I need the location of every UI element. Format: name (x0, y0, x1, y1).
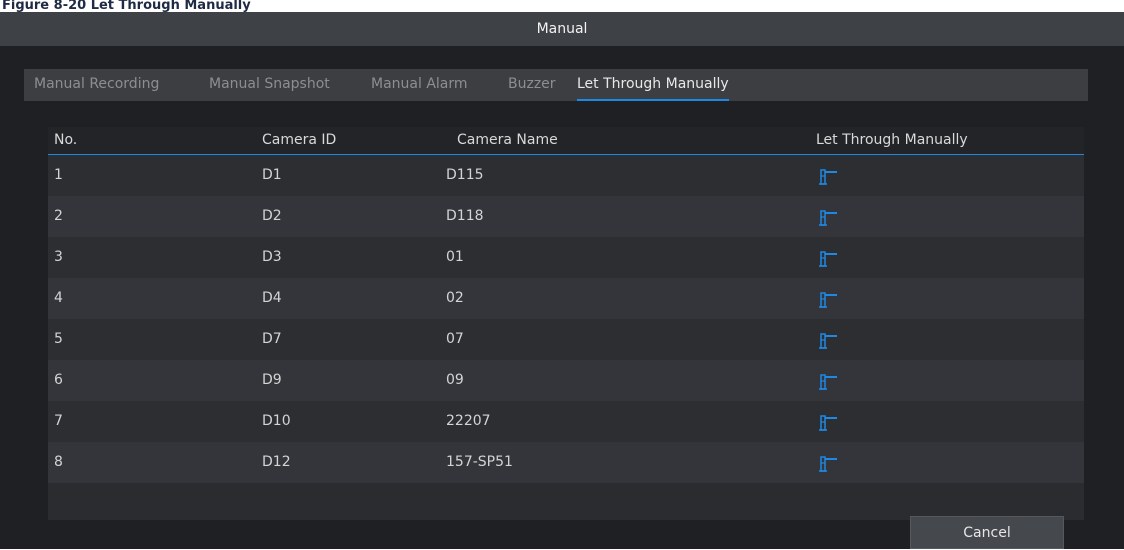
barrier-gate-icon[interactable] (819, 372, 837, 390)
tab-bar: Manual Recording Manual Snapshot Manual … (24, 69, 1088, 101)
cell-camera-id: D9 (262, 372, 282, 388)
header-no: No. (54, 132, 78, 148)
table-row[interactable]: 4 D4 02 (48, 278, 1084, 319)
header-let-through-manually: Let Through Manually (816, 132, 968, 148)
cancel-button[interactable]: Cancel (910, 516, 1064, 549)
table-row[interactable]: 5 D7 07 (48, 319, 1084, 360)
cell-no: 8 (54, 454, 63, 470)
tab-manual-recording[interactable]: Manual Recording (34, 69, 159, 99)
tab-manual-alarm[interactable]: Manual Alarm (371, 69, 468, 99)
cell-no: 2 (54, 208, 63, 224)
cell-no: 4 (54, 290, 63, 306)
cell-no: 7 (54, 413, 63, 429)
tab-manual-snapshot[interactable]: Manual Snapshot (209, 69, 330, 99)
manual-dialog: Manual Manual Recording Manual Snapshot … (0, 12, 1124, 549)
cell-camera-id: D2 (262, 208, 282, 224)
cell-no: 1 (54, 167, 63, 183)
cell-camera-id: D10 (262, 413, 291, 429)
barrier-gate-icon[interactable] (819, 331, 837, 349)
cell-camera-id: D1 (262, 167, 282, 183)
table-row[interactable]: 7 D10 22207 (48, 401, 1084, 442)
cell-camera-id: D12 (262, 454, 291, 470)
table-row[interactable]: 2 D2 D118 (48, 196, 1084, 237)
cell-camera-id: D4 (262, 290, 282, 306)
cell-camera-id: D7 (262, 331, 282, 347)
barrier-gate-icon[interactable] (819, 167, 837, 185)
barrier-gate-icon[interactable] (819, 290, 837, 308)
cell-no: 6 (54, 372, 63, 388)
cell-camera-name: 01 (446, 249, 464, 265)
table-row[interactable]: 8 D12 157-SP51 (48, 442, 1084, 483)
barrier-gate-icon[interactable] (819, 454, 837, 472)
cell-camera-name: 09 (446, 372, 464, 388)
table-row[interactable]: 6 D9 09 (48, 360, 1084, 401)
cell-camera-name: 157-SP51 (446, 454, 513, 470)
cell-camera-name: D115 (446, 167, 484, 183)
cell-no: 5 (54, 331, 63, 347)
cell-camera-id: D3 (262, 249, 282, 265)
camera-table: No. Camera ID Camera Name Let Through Ma… (48, 127, 1084, 520)
tab-buzzer[interactable]: Buzzer (508, 69, 556, 99)
header-camera-name: Camera Name (457, 132, 558, 148)
cell-camera-name: D118 (446, 208, 484, 224)
table-header: No. Camera ID Camera Name Let Through Ma… (48, 127, 1084, 155)
cell-camera-name: 22207 (446, 413, 491, 429)
barrier-gate-icon[interactable] (819, 413, 837, 431)
table-row[interactable]: 1 D1 D115 (48, 155, 1084, 197)
tab-let-through-manually[interactable]: Let Through Manually (577, 69, 729, 101)
cell-camera-name: 02 (446, 290, 464, 306)
header-camera-id: Camera ID (262, 132, 337, 148)
table-row[interactable]: 3 D3 01 (48, 237, 1084, 278)
dialog-title: Manual (0, 12, 1124, 46)
barrier-gate-icon[interactable] (819, 249, 837, 267)
cell-no: 3 (54, 249, 63, 265)
barrier-gate-icon[interactable] (819, 208, 837, 226)
cell-camera-name: 07 (446, 331, 464, 347)
